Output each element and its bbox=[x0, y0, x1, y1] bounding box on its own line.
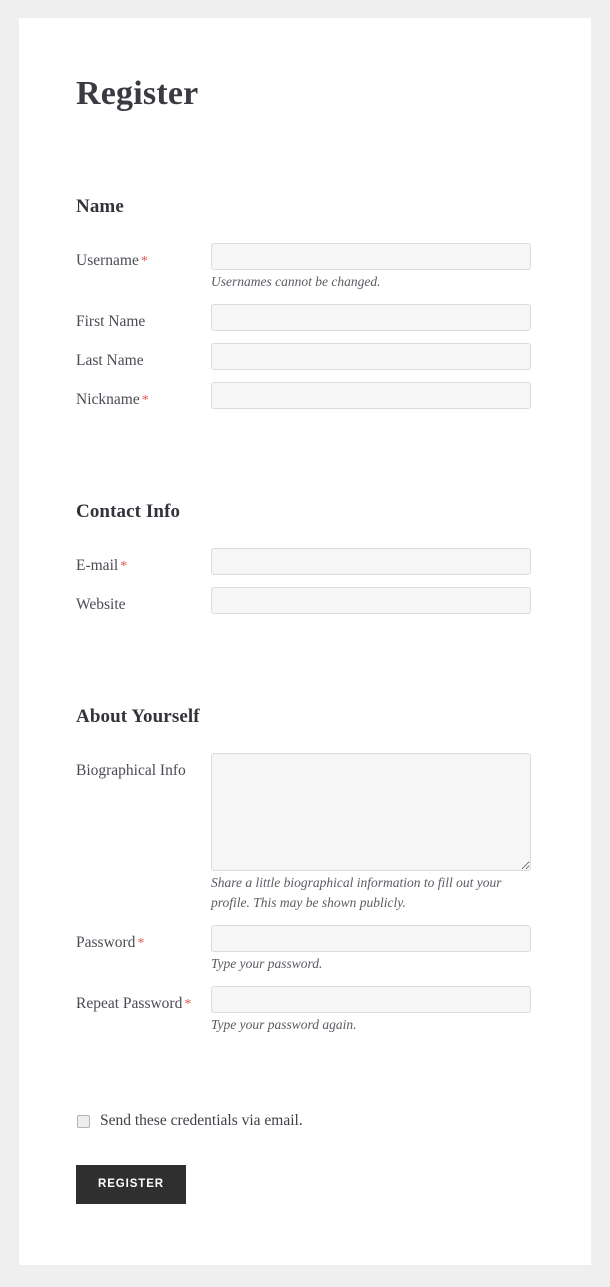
field-input-cell: Type your password again. bbox=[211, 986, 531, 1047]
password-input[interactable] bbox=[211, 925, 531, 952]
register-form-content: Register Name Username * Usernames cannot b… bbox=[19, 18, 591, 1264]
field-label-cell: Website bbox=[76, 587, 211, 626]
required-asterisk: * bbox=[141, 393, 149, 408]
field-input-cell bbox=[211, 382, 531, 421]
section-fields-0: Username * Usernames cannot be changed. Fir… bbox=[76, 243, 531, 421]
section-heading-1: Contact Info bbox=[76, 501, 181, 522]
biographical-info-textarea[interactable] bbox=[211, 753, 531, 871]
field-description: Type your password again. bbox=[211, 1017, 357, 1032]
form-row: Username * Usernames cannot be changed. bbox=[76, 243, 531, 304]
register-form: Name Username * Usernames cannot be changed… bbox=[76, 114, 534, 1047]
field-label-cell: Biographical Info bbox=[76, 753, 211, 925]
required-asterisk: * bbox=[120, 559, 128, 574]
field-label: First Name bbox=[76, 313, 146, 330]
send-credentials-label[interactable]: Send these credentials via email. bbox=[100, 1111, 303, 1131]
field-label: Nickname bbox=[76, 391, 140, 408]
form-row: E-mail * bbox=[76, 548, 531, 587]
field-description: Type your password. bbox=[211, 956, 323, 971]
field-input-cell: Share a little biographical information … bbox=[211, 753, 531, 925]
field-label: Biographical Info bbox=[76, 762, 186, 779]
field-description: Usernames cannot be changed. bbox=[211, 274, 381, 289]
field-label-cell: E-mail * bbox=[76, 548, 211, 587]
last-name-input[interactable] bbox=[211, 343, 531, 370]
form-row: Biographical Info Share a little biograph… bbox=[76, 753, 531, 925]
field-label: E-mail bbox=[76, 557, 119, 574]
field-description: Share a little biographical information … bbox=[211, 875, 502, 910]
field-label: Website bbox=[76, 596, 126, 613]
field-label-cell: Repeat Password * bbox=[76, 986, 211, 1047]
register-page-card: Register Name Username * Usernames cannot b… bbox=[19, 18, 591, 1265]
field-label: Password bbox=[76, 934, 136, 951]
field-input-cell: Usernames cannot be changed. bbox=[211, 243, 531, 304]
e-mail-input[interactable] bbox=[211, 548, 531, 575]
field-label-cell: Password * bbox=[76, 925, 211, 986]
section-heading-0: Name bbox=[76, 196, 124, 217]
field-label-cell: Last Name bbox=[76, 343, 211, 382]
field-label-cell: Username * bbox=[76, 243, 211, 304]
form-row: Password * Type your password. bbox=[76, 925, 531, 986]
section-fields-1: E-mail * Website bbox=[76, 548, 531, 626]
required-asterisk: * bbox=[184, 997, 192, 1012]
form-row: Last Name bbox=[76, 343, 531, 382]
register-button[interactable]: Register bbox=[76, 1165, 186, 1204]
field-label: Username bbox=[76, 252, 139, 269]
field-label: Repeat Password bbox=[76, 995, 183, 1012]
section-fields-2: Biographical Info Share a little biograph… bbox=[76, 753, 531, 1047]
required-asterisk: * bbox=[137, 936, 145, 951]
field-input-cell bbox=[211, 304, 531, 343]
nickname-input[interactable] bbox=[211, 382, 531, 409]
field-input-cell bbox=[211, 548, 531, 587]
field-input-cell: Type your password. bbox=[211, 925, 531, 986]
form-row: First Name bbox=[76, 304, 531, 343]
field-label-cell: First Name bbox=[76, 304, 211, 343]
repeat-password-input[interactable] bbox=[211, 986, 531, 1013]
field-label-cell: Nickname * bbox=[76, 382, 211, 421]
first-name-input[interactable] bbox=[211, 304, 531, 331]
send-credentials-row[interactable]: Send these credentials via email. bbox=[76, 1047, 534, 1131]
required-asterisk: * bbox=[140, 254, 148, 269]
form-row: Repeat Password * Type your password again… bbox=[76, 986, 531, 1047]
website-input[interactable] bbox=[211, 587, 531, 614]
form-row: Nickname * bbox=[76, 382, 531, 421]
field-label: Last Name bbox=[76, 352, 144, 369]
submit-row: Register bbox=[76, 1131, 534, 1264]
field-input-cell bbox=[211, 343, 531, 382]
username-input[interactable] bbox=[211, 243, 531, 270]
section-heading-2: About Yourself bbox=[76, 706, 200, 727]
send-credentials-checkbox[interactable] bbox=[77, 1114, 90, 1128]
page-title: Register bbox=[76, 75, 199, 112]
form-row: Website bbox=[76, 587, 531, 626]
field-input-cell bbox=[211, 587, 531, 626]
